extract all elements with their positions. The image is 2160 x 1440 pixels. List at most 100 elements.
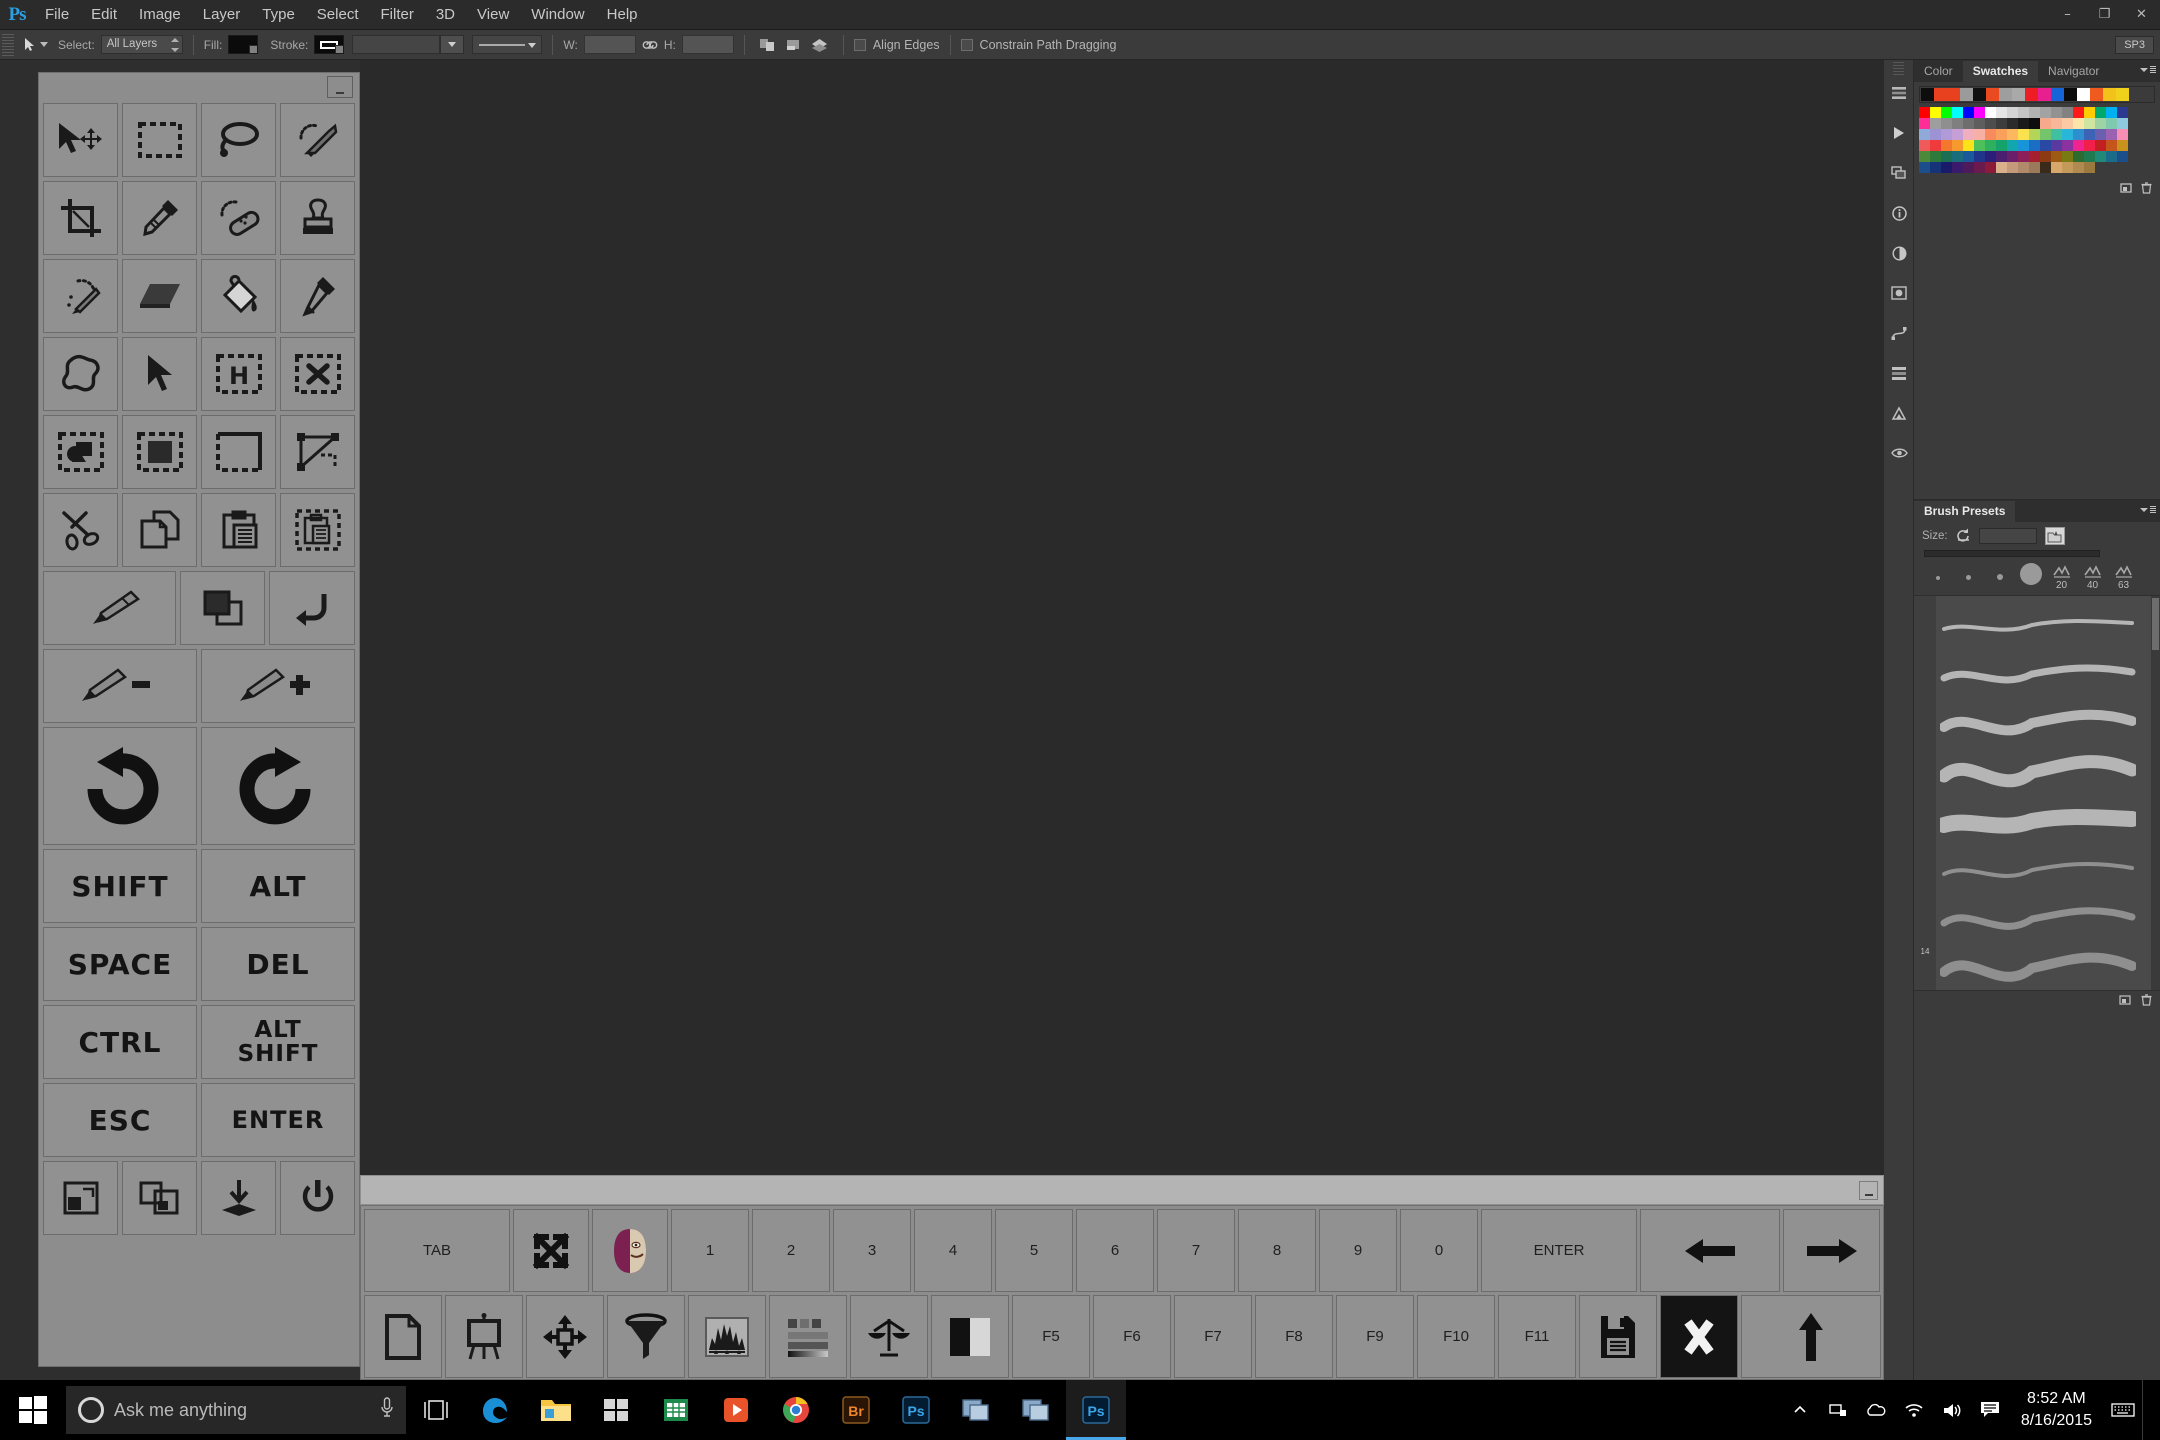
swatch-5-10[interactable] [2029,162,2040,173]
brush-panel-menu-icon[interactable] [2140,504,2156,516]
blob-shape-tool[interactable] [43,337,118,411]
menu-3d[interactable]: 3D [425,0,466,30]
swatch-5-8[interactable] [2007,162,2018,173]
key-9[interactable]: 9 [1319,1209,1397,1292]
toggle-visibility-icon[interactable] [1884,438,1914,468]
swatch-4-2[interactable] [1941,151,1952,162]
clone-stamp-tool[interactable] [280,181,355,255]
bridge-icon[interactable]: Br [826,1380,886,1440]
height-input[interactable] [681,35,734,54]
recent-swatch-12[interactable] [2077,88,2090,101]
swatch-0-0[interactable] [1919,107,1930,118]
brush-list[interactable]: 14 24 [1914,595,2160,990]
swatch-0-12[interactable] [2051,107,2062,118]
options-bar-grip[interactable] [2,33,14,56]
swatch-4-12[interactable] [2051,151,2062,162]
key-8[interactable]: 8 [1238,1209,1316,1292]
brush-preset-1[interactable] [1922,576,1953,591]
pen-tool[interactable] [280,259,355,333]
key-f7[interactable]: F7 [1174,1295,1252,1378]
swatch-0-9[interactable] [2018,107,2029,118]
volume-icon[interactable] [1933,1380,1971,1440]
align-edges-checkbox[interactable]: Align Edges [853,38,940,52]
fill-selection-tool[interactable] [122,415,197,489]
undo-arrow-tool[interactable] [269,571,355,645]
swatch-1-15[interactable] [2084,118,2095,129]
key-f10[interactable]: F10 [1417,1295,1495,1378]
swatch-0-7[interactable] [1996,107,2007,118]
swatch-4-8[interactable] [2007,151,2018,162]
stroke-width-field[interactable] [352,35,441,54]
swatch-1-17[interactable] [2106,118,2117,129]
swatch-3-10[interactable] [2029,140,2040,151]
brush-increase-tool[interactable] [201,649,355,723]
swatch-5-15[interactable] [2084,162,2095,173]
network-icon[interactable] [1819,1380,1857,1440]
move-tool[interactable] [43,103,118,177]
swatch-1-6[interactable] [1985,118,1996,129]
key-6[interactable]: 6 [1076,1209,1154,1292]
free-transform-icon[interactable] [526,1295,604,1378]
swatch-2-17[interactable] [2106,129,2117,140]
swatch-3-9[interactable] [2018,140,2029,151]
onedrive-icon[interactable] [1857,1380,1895,1440]
swatch-2-14[interactable] [2073,129,2084,140]
brush-preset-4[interactable] [2015,563,2046,591]
levels-histogram-icon[interactable] [688,1295,766,1378]
width-input[interactable] [583,35,636,54]
select-spinner-icon[interactable] [170,38,179,52]
swatch-3-3[interactable] [1952,140,1963,151]
brush-preset-63[interactable]: 63 [2108,564,2139,591]
link-icon[interactable] [642,37,658,53]
swatch-0-14[interactable] [2073,107,2084,118]
swatch-4-17[interactable] [2106,151,2117,162]
windows-start-icon[interactable] [0,1380,66,1440]
keyboard-icon[interactable] [2104,1380,2142,1440]
black-white-icon[interactable] [931,1295,1009,1378]
reset-icon[interactable] [1956,528,1971,545]
recent-swatch-11[interactable] [2064,88,2077,101]
align-edges-box[interactable] [853,38,866,51]
swatch-4-13[interactable] [2062,151,2073,162]
key-7[interactable]: 7 [1157,1209,1235,1292]
power-icon[interactable] [280,1161,355,1235]
chrome-icon[interactable] [766,1380,826,1440]
swatch-5-1[interactable] [1930,162,1941,173]
swatch-2-15[interactable] [2084,129,2095,140]
swatch-1-4[interactable] [1963,118,1974,129]
file-explorer-icon[interactable] [526,1380,586,1440]
recent-swatch-0[interactable] [1921,88,1934,101]
swatch-5-0[interactable] [1919,162,1930,173]
new-swatch-icon[interactable] [2120,182,2132,197]
menu-edit[interactable]: Edit [80,0,128,30]
swatch-2-8[interactable] [2007,129,2018,140]
paths-icon[interactable] [1884,318,1914,348]
lasso-tool[interactable] [201,103,276,177]
maximize-button[interactable]: ❐ [2086,0,2123,30]
delete-swatch-icon[interactable] [2141,181,2152,197]
swatch-1-0[interactable] [1919,118,1930,129]
swatch-0-8[interactable] [2007,107,2018,118]
swatch-4-18[interactable] [2117,151,2128,162]
menu-window[interactable]: Window [520,0,595,30]
swatches-panel-menu-icon[interactable] [2140,64,2156,76]
swatch-5-2[interactable] [1941,162,1952,173]
swatch-1-2[interactable] [1941,118,1952,129]
swatch-1-11[interactable] [2040,118,2051,129]
crop-tool[interactable] [43,181,118,255]
channels-icon[interactable] [1884,358,1914,388]
select-subject-tool[interactable] [43,415,118,489]
swatch-4-0[interactable] [1919,151,1930,162]
adjustments-icon[interactable] [1884,238,1914,268]
swatch-4-1[interactable] [1930,151,1941,162]
paint-bucket-tool[interactable] [201,259,276,333]
microphone-icon[interactable] [380,1396,394,1424]
swatch-3-2[interactable] [1941,140,1952,151]
gradient-map-icon[interactable] [769,1295,847,1378]
swatch-4-15[interactable] [2084,151,2095,162]
brush-preset-3[interactable] [1984,574,2015,591]
search-input[interactable]: Ask me anything [66,1386,406,1434]
brush-stroke-7[interactable] [1940,941,2147,990]
brush-size-field[interactable] [1978,528,2037,544]
brush-tool[interactable] [43,571,176,645]
